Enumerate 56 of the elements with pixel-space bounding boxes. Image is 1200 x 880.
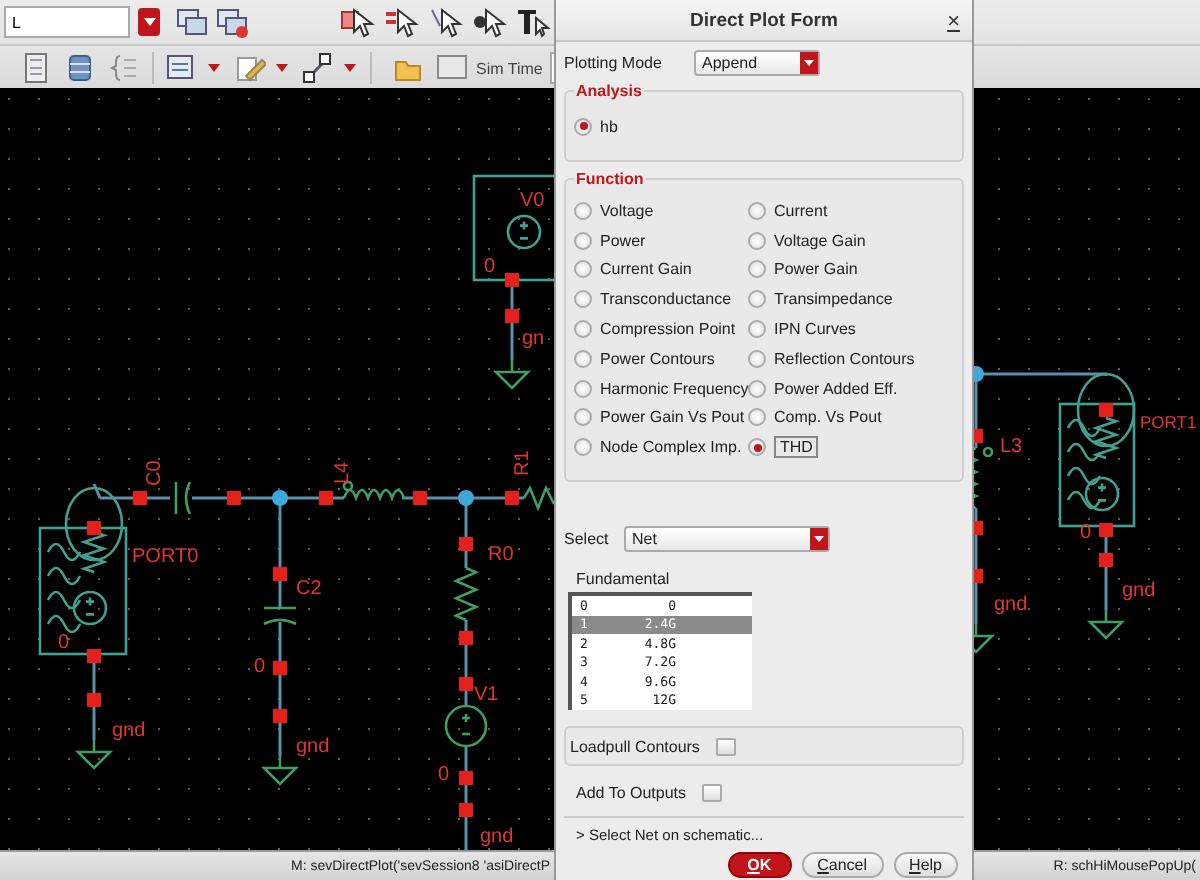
option-label: Compression Point [600,320,736,339]
component-label: gnd [296,736,330,758]
option-label: Power Gain [774,260,858,279]
list-title: Fundamental [576,570,672,588]
option-label: Harmonic Frequency [600,379,749,398]
field-label: Select [564,529,611,547]
component-label: PORT1 [1140,412,1197,432]
option-label: Power [600,231,646,250]
component-label: gnd [112,720,146,742]
field-label: Plotting Mode [564,53,664,71]
component-label: V0 [520,190,545,212]
component-label: R1 [512,450,534,476]
option-label: Reflection Contours [774,349,915,368]
option-label: Loadpull Contours [570,737,700,755]
component-label: V1 [474,684,499,706]
component-label: C0 [144,460,166,486]
component-label: R0 [488,544,514,566]
section-title: Analysis [574,82,644,100]
component-label: 0 [438,764,450,786]
option-label: Voltage Gain [774,231,866,250]
option-label: THD [774,436,819,459]
dialog-button[interactable]: Help [893,852,958,878]
sim-time-label: Sim Time [476,59,543,77]
option-label: Current Gain [600,260,692,279]
component-label: gn [522,328,545,350]
option-label: Power Added Eff. [774,379,898,398]
option-label: Transconductance [600,290,732,309]
option-label: hb [600,117,618,136]
close-button[interactable]: × [947,8,960,34]
component-label: PORT0 [132,546,199,568]
component-label: L3 [1000,436,1023,458]
option-label: Voltage [600,201,654,220]
component-label: 0 [58,632,70,654]
component-label: 0 [254,656,266,678]
plotting-mode-dropdown[interactable]: Append [694,49,820,75]
component-label: 0 [484,256,496,278]
select-dropdown[interactable]: Net [624,525,830,551]
option-label: IPN Curves [774,320,856,339]
option-label: Comp. Vs Pout [774,408,882,427]
component-label: 0 [1080,522,1092,544]
option-label: Transimpedance [774,290,893,309]
dialog-button[interactable]: Cancel [801,852,884,878]
option-label: Node Complex Imp. [600,438,742,457]
component-label: L4 [332,461,354,484]
section-title: Function [574,170,646,188]
option-label: Add To Outputs [576,783,686,801]
dialog-button[interactable]: OK [727,852,792,878]
option-label: Power Contours [600,349,715,368]
component-label: C2 [296,578,322,600]
component-label: gnd [480,826,514,848]
window-title: Direct Plot Form [690,9,838,31]
option-label: Current [774,201,828,220]
component-label: gnd [994,594,1028,616]
option-label: Power Gain Vs Pout [600,408,745,427]
component-label: gnd [1122,580,1156,602]
cell-name-field[interactable]: L [4,6,130,38]
